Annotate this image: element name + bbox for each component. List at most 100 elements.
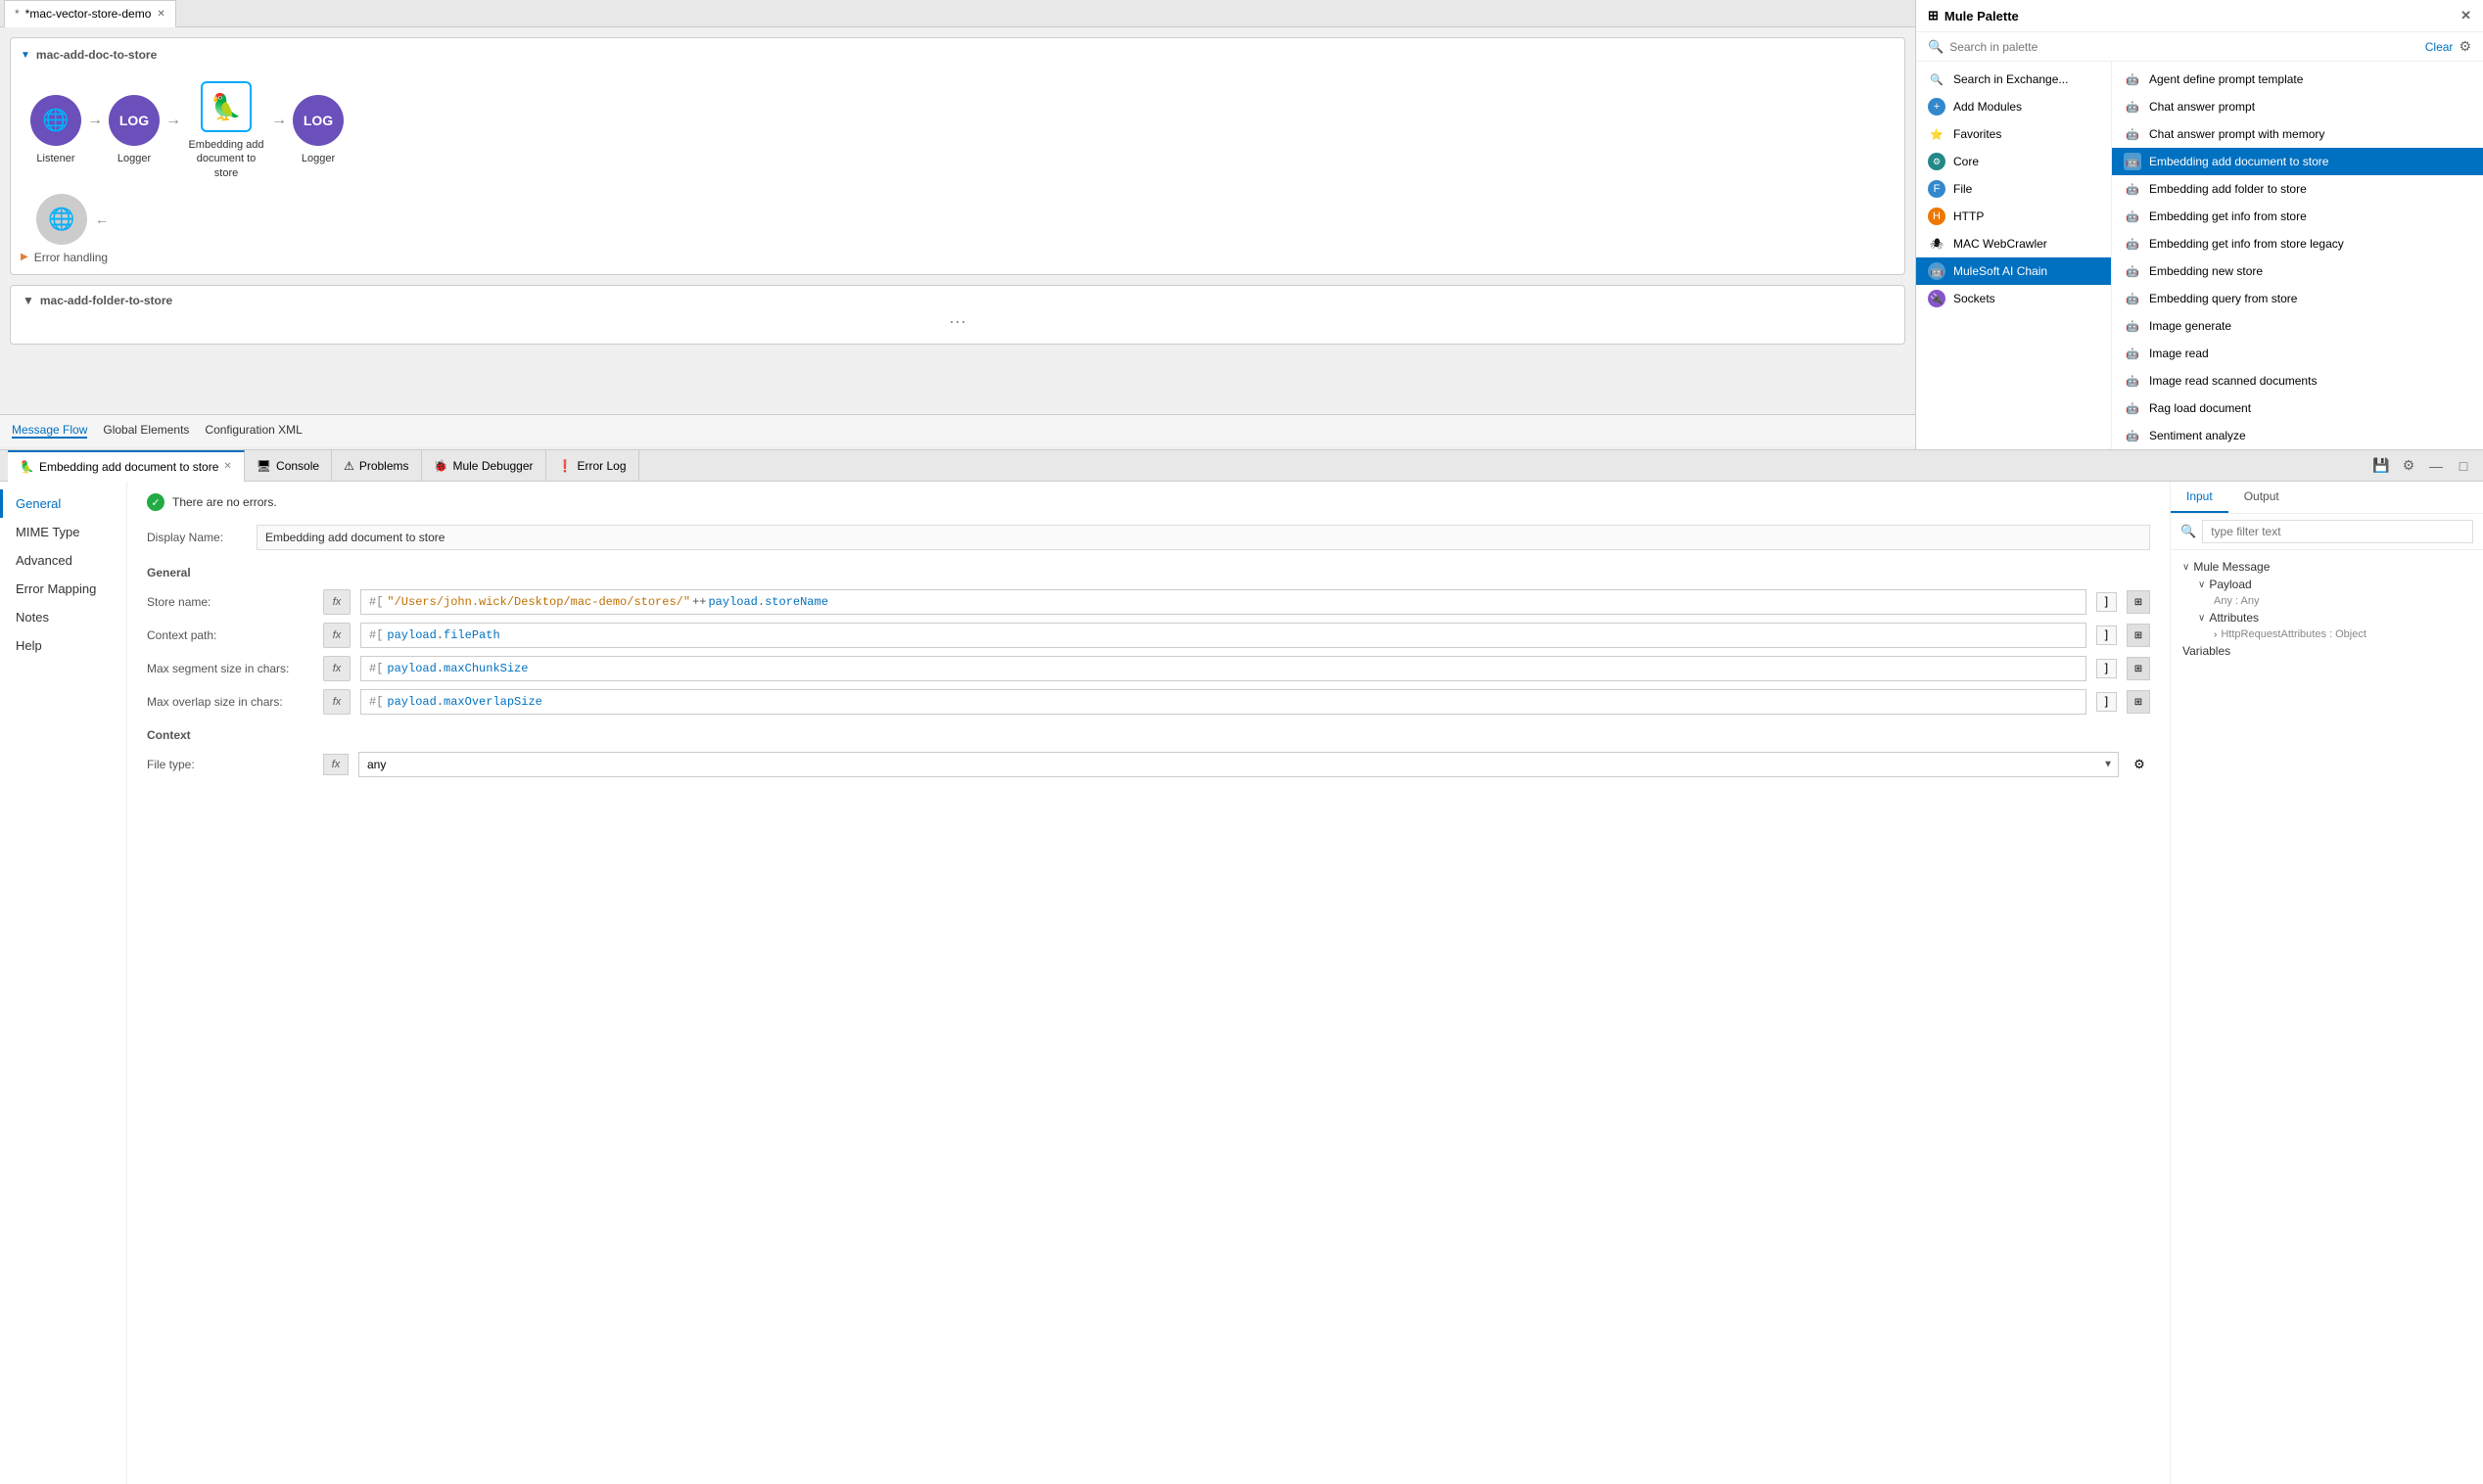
palette-right-embed-get-legacy[interactable]: 🤖 Embedding get info from store legacy: [2112, 230, 2483, 257]
flow-header-1[interactable]: ▼ mac-add-doc-to-store: [21, 48, 1895, 62]
palette-right-rag[interactable]: 🤖 Rag load document: [2112, 394, 2483, 422]
palette-item-http[interactable]: H HTTP: [1916, 203, 2111, 230]
minimize-btn[interactable]: —: [2424, 454, 2448, 478]
tab-config-xml[interactable]: Configuration XML: [205, 423, 302, 439]
max-segment-map-btn[interactable]: ⊞: [2127, 657, 2150, 680]
store-name-label: Store name:: [147, 595, 313, 609]
tab-problems[interactable]: ⚠ Problems: [332, 450, 421, 482]
max-overlap-expr-btn[interactable]: fx: [323, 689, 351, 715]
tree-mule-message-label: Mule Message: [2193, 560, 2270, 574]
nav-help[interactable]: Help: [0, 631, 126, 660]
config-btn[interactable]: ⚙: [2397, 454, 2420, 478]
tree-attributes[interactable]: ∨ Attributes: [2194, 609, 2475, 626]
canvas-tab-modified: *: [15, 7, 20, 21]
palette-right-image-generate[interactable]: 🤖 Image generate: [2112, 312, 2483, 340]
error-handling[interactable]: ▶ Error handling: [21, 245, 1895, 264]
palette-clear-btn[interactable]: Clear: [2425, 40, 2454, 54]
flow-node-logger1[interactable]: LOG Logger: [109, 95, 160, 165]
palette-item-file[interactable]: F File: [1916, 175, 2111, 203]
palette-right-image-read[interactable]: 🤖 Image read: [2112, 340, 2483, 367]
palette-right-embed-get-info[interactable]: 🤖 Embedding get info from store: [2112, 203, 2483, 230]
tree-mule-message[interactable]: ∨ Mule Message: [2178, 558, 2475, 576]
palette-right-embed-query[interactable]: 🤖 Embedding query from store: [2112, 285, 2483, 312]
image-read-icon: 🤖: [2124, 345, 2141, 362]
tab-console-label: Console: [276, 459, 319, 473]
flow-node-embedding[interactable]: 🦜 Embedding add document to store: [187, 81, 265, 180]
flow-nodes-1: 🌐 Listener → LOG Logger → 🦜 Embedding ad…: [21, 71, 1895, 190]
context-path-field[interactable]: #[ payload.filePath: [360, 623, 2086, 648]
palette-search-input[interactable]: [1949, 40, 2419, 54]
right-tab-input[interactable]: Input: [2171, 482, 2228, 513]
file-type-select[interactable]: any: [358, 752, 2119, 777]
palette-right-sentiment[interactable]: 🤖 Sentiment analyze: [2112, 422, 2483, 449]
file-type-expr-icon[interactable]: ⚙: [2129, 754, 2150, 775]
flow-name-2: mac-add-folder-to-store: [40, 294, 172, 307]
palette-icon: ⊞: [1928, 8, 1939, 23]
tree-variables[interactable]: Variables: [2178, 642, 2475, 660]
tree-arrow-payload: ∨: [2198, 580, 2205, 590]
tab-global-elements[interactable]: Global Elements: [103, 423, 189, 439]
nav-advanced[interactable]: Advanced: [0, 546, 126, 575]
flow-name-1: mac-add-doc-to-store: [36, 48, 157, 62]
tree-payload[interactable]: ∨ Payload: [2194, 576, 2475, 593]
palette-item-favorites[interactable]: ⭐ Favorites: [1916, 120, 2111, 148]
file-type-fx-toggle[interactable]: fx: [323, 754, 349, 775]
palette-close-icon[interactable]: ✕: [2460, 8, 2471, 23]
logger2-icon: LOG: [293, 95, 344, 146]
max-overlap-end: ]: [2096, 692, 2117, 712]
canvas-main-tab[interactable]: * *mac-vector-store-demo ✕: [4, 0, 176, 27]
save-btn[interactable]: 💾: [2369, 454, 2393, 478]
store-name-field[interactable]: #[ "/Users/john.wick/Desktop/mac-demo/st…: [360, 589, 2086, 615]
embed-get-info-label: Embedding get info from store: [2149, 209, 2307, 223]
store-name-expr-btn[interactable]: fx: [323, 589, 351, 615]
palette-right-embed-add-doc[interactable]: 🤖 Embedding add document to store: [2112, 148, 2483, 175]
palette-search-icon: 🔍: [1928, 39, 1944, 55]
right-tab-output[interactable]: Output: [2228, 482, 2295, 513]
palette-right-agent-prompt[interactable]: 🤖 Agent define prompt template: [2112, 66, 2483, 93]
palette-item-search-exchange[interactable]: 🔍 Search in Exchange...: [1916, 66, 2111, 93]
nav-mime-type[interactable]: MIME Type: [0, 518, 126, 546]
flow-node-listener[interactable]: 🌐 Listener: [30, 95, 81, 165]
max-segment-expr-btn[interactable]: fx: [323, 656, 351, 681]
tab-problems-label: Problems: [359, 459, 409, 473]
tab-embedding-config[interactable]: 🦜 Embedding add document to store ✕: [8, 450, 245, 482]
tab-embed-icon: 🦜: [20, 460, 34, 474]
palette-right-chat-memory[interactable]: 🤖 Chat answer prompt with memory: [2112, 120, 2483, 148]
palette-item-mulesoft-ai[interactable]: 🤖 MuleSoft AI Chain: [1916, 257, 2111, 285]
canvas-bottom-tabs: Message Flow Global Elements Configurati…: [0, 414, 1915, 446]
favorites-label: Favorites: [1953, 127, 2001, 141]
palette-right-chat-prompt[interactable]: 🤖 Chat answer prompt: [2112, 93, 2483, 120]
tab-debugger[interactable]: 🐞 Mule Debugger: [422, 450, 546, 482]
max-overlap-field[interactable]: #[ payload.maxOverlapSize: [360, 689, 2086, 715]
embed-add-folder-icon: 🤖: [2124, 180, 2141, 198]
palette-item-mac-webcrawler[interactable]: 🕷 MAC WebCrawler: [1916, 230, 2111, 257]
canvas-tab-close[interactable]: ✕: [157, 9, 164, 20]
palette-right-image-scan[interactable]: 🤖 Image read scanned documents: [2112, 367, 2483, 394]
flow-header-2[interactable]: ▼ mac-add-folder-to-store: [23, 294, 1893, 307]
context-section-label: Context: [147, 728, 2150, 742]
max-segment-field[interactable]: #[ payload.maxChunkSize: [360, 656, 2086, 681]
tab-console[interactable]: 🖥 Console: [245, 450, 332, 482]
maximize-btn[interactable]: □: [2452, 454, 2475, 478]
store-name-map-btn[interactable]: ⊞: [2127, 590, 2150, 614]
context-path-expr-btn[interactable]: fx: [323, 623, 351, 648]
palette-item-add-modules[interactable]: + Add Modules: [1916, 93, 2111, 120]
palette-right-embed-new[interactable]: 🤖 Embedding new store: [2112, 257, 2483, 285]
tab-message-flow[interactable]: Message Flow: [12, 423, 87, 439]
palette-gear-icon[interactable]: ⚙: [2459, 38, 2471, 55]
palette-item-sockets[interactable]: 🔌 Sockets: [1916, 285, 2111, 312]
nav-error-mapping[interactable]: Error Mapping: [0, 575, 126, 603]
context-path-map-btn[interactable]: ⊞: [2127, 624, 2150, 647]
filter-input[interactable]: [2202, 520, 2473, 543]
palette-right-embed-add-folder[interactable]: 🤖 Embedding add folder to store: [2112, 175, 2483, 203]
tab-embed-close[interactable]: ✕: [223, 461, 231, 472]
bottom-content: General MIME Type Advanced Error Mapping…: [0, 482, 2483, 1484]
display-name-input[interactable]: [257, 525, 2150, 550]
nav-notes[interactable]: Notes: [0, 603, 126, 631]
tab-error-log[interactable]: ❗ Error Log: [546, 450, 639, 482]
status-ok-icon: ✓: [147, 493, 164, 511]
palette-item-core[interactable]: ⚙ Core: [1916, 148, 2111, 175]
nav-general[interactable]: General: [0, 489, 126, 518]
flow-node-logger2[interactable]: LOG Logger: [293, 95, 344, 165]
max-overlap-map-btn[interactable]: ⊞: [2127, 690, 2150, 714]
